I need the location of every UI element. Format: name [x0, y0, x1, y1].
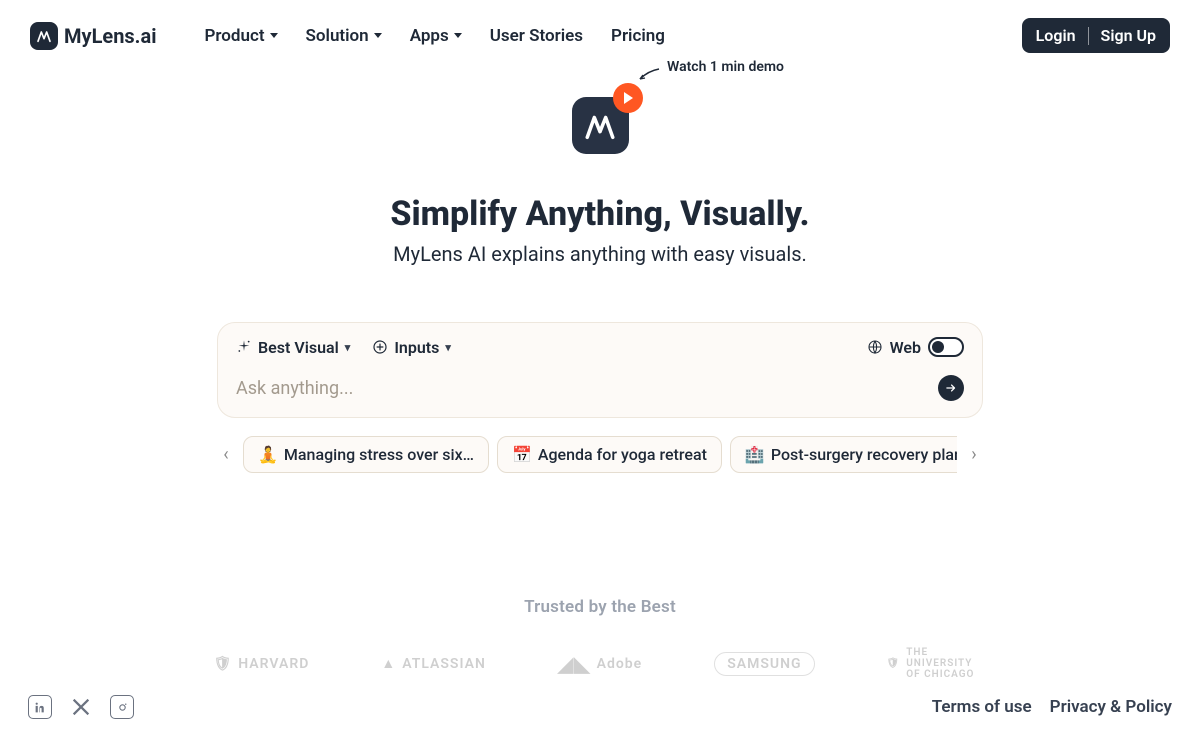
nav-apps[interactable]: Apps	[410, 26, 462, 46]
nav-product-label: Product	[204, 26, 264, 46]
inputs-label: Inputs	[394, 338, 439, 357]
brand-logo-harvard: 🛡HARVARD	[213, 656, 309, 672]
chevron-down-icon: ▾	[345, 341, 351, 354]
nav-product[interactable]: Product	[204, 26, 277, 46]
hero: Watch 1 min demo Simplify Anything, Visu…	[0, 79, 1200, 266]
chip-emoji: 🏥	[745, 445, 765, 464]
instagram-icon[interactable]	[110, 695, 134, 719]
web-label: Web	[890, 338, 921, 357]
plus-circle-icon	[372, 339, 388, 355]
main-nav: Product Solution Apps User Stories Prici…	[204, 26, 664, 46]
search-controls: Best Visual ▾ Inputs ▾ Web	[236, 337, 964, 357]
nav-pricing[interactable]: Pricing	[611, 26, 665, 46]
nav-solution[interactable]: Solution	[306, 26, 382, 46]
brand-logo-adobe: ◢◣Adobe	[558, 652, 642, 676]
chips-prev-button[interactable]: ‹	[217, 440, 235, 470]
footer-links: Terms of use Privacy & Policy	[932, 697, 1172, 717]
brand-logo-samsung: SAMSUNG	[714, 652, 814, 676]
play-demo-button[interactable]	[613, 83, 643, 113]
chevron-down-icon	[374, 33, 382, 38]
logo-mark-icon	[30, 22, 58, 50]
sparkle-icon	[236, 339, 252, 355]
web-toggle-group: Web	[867, 337, 964, 357]
brand-logo-atlassian: ▲ATLASSIAN	[381, 655, 486, 672]
chip-emoji: 🧘	[258, 445, 278, 464]
search-input[interactable]	[236, 378, 926, 399]
chip-label: Post-surgery recovery plan	[771, 445, 957, 464]
auth-buttons: Login Sign Up	[1022, 18, 1170, 53]
brand-logo[interactable]: MyLens.ai	[30, 22, 156, 50]
header: MyLens.ai Product Solution Apps User Sto…	[0, 0, 1200, 71]
best-visual-label: Best Visual	[258, 338, 339, 357]
brand-logos: 🛡HARVARD ▲ATLASSIAN ◢◣Adobe SAMSUNG 🛡THE…	[0, 647, 1200, 680]
nav-user-stories[interactable]: User Stories	[490, 26, 583, 46]
hero-logo-wrap	[572, 97, 629, 154]
terms-link[interactable]: Terms of use	[932, 697, 1032, 717]
privacy-link[interactable]: Privacy & Policy	[1050, 697, 1172, 717]
brand-name: MyLens.ai	[64, 24, 156, 48]
chevron-down-icon	[270, 33, 278, 38]
search-row	[236, 375, 964, 401]
suggestion-chips: 🧘 Managing stress over six… 📅 Agenda for…	[243, 436, 957, 473]
login-button[interactable]: Login	[1036, 26, 1076, 45]
signup-button[interactable]: Sign Up	[1101, 26, 1156, 45]
suggestion-chip[interactable]: 🏥 Post-surgery recovery plan	[730, 436, 957, 473]
nav-user-stories-label: User Stories	[490, 26, 583, 46]
search-box: Best Visual ▾ Inputs ▾ Web	[217, 322, 983, 418]
page-headline: Simplify Anything, Visually.	[390, 194, 809, 234]
page-subhead: MyLens AI explains anything with easy vi…	[393, 242, 807, 266]
arrow-right-icon	[944, 381, 958, 395]
trusted-heading: Trusted by the Best	[0, 597, 1200, 617]
linkedin-icon[interactable]	[28, 695, 52, 719]
chip-label: Managing stress over six…	[284, 445, 474, 464]
arrow-icon	[638, 67, 660, 81]
nav-solution-label: Solution	[306, 26, 369, 46]
suggestion-chip[interactable]: 📅 Agenda for yoga retreat	[497, 436, 722, 473]
chevron-down-icon	[454, 33, 462, 38]
suggestion-row: ‹ 🧘 Managing stress over six… 📅 Agenda f…	[217, 436, 983, 473]
brand-logo-chicago: 🛡THE UNIVERSITY OF CHICAGO	[887, 647, 987, 680]
x-twitter-icon[interactable]	[70, 696, 92, 718]
chevron-down-icon: ▾	[445, 341, 451, 354]
nav-pricing-label: Pricing	[611, 26, 665, 46]
suggestion-chip[interactable]: 🧘 Managing stress over six…	[243, 436, 489, 473]
inputs-dropdown[interactable]: Inputs ▾	[372, 338, 451, 357]
nav-apps-label: Apps	[410, 26, 449, 46]
web-toggle[interactable]	[928, 337, 964, 357]
globe-icon	[867, 339, 883, 355]
submit-button[interactable]	[938, 375, 964, 401]
auth-divider	[1088, 27, 1089, 45]
footer: Terms of use Privacy & Policy	[0, 695, 1200, 719]
chip-emoji: 📅	[512, 445, 532, 464]
chip-label: Agenda for yoga retreat	[538, 445, 707, 464]
best-visual-dropdown[interactable]: Best Visual ▾	[236, 338, 350, 357]
watch-demo-label: Watch 1 min demo	[667, 59, 784, 75]
chips-next-button[interactable]: ›	[965, 440, 983, 470]
